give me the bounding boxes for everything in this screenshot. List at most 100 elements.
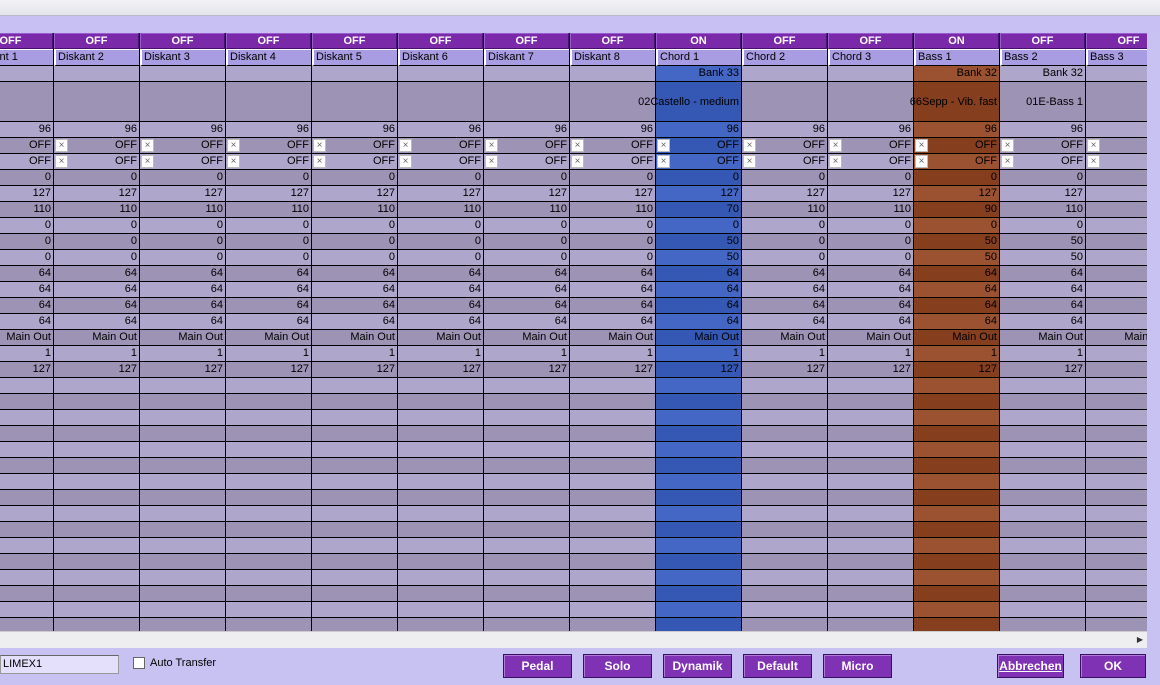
empty-cell[interactable] — [398, 538, 483, 554]
checkbox-icon[interactable] — [133, 657, 145, 669]
value-cell[interactable] — [1086, 202, 1147, 218]
value-cell[interactable]: 64 — [312, 298, 397, 314]
value-cell[interactable]: 64 — [656, 314, 741, 330]
empty-cell[interactable] — [1086, 506, 1147, 522]
empty-cell[interactable] — [914, 554, 999, 570]
value-cell[interactable]: 0 — [140, 170, 225, 186]
value-cell[interactable]: × OFF — [484, 138, 569, 154]
empty-cell[interactable] — [1000, 458, 1085, 474]
value-cell[interactable]: 96 — [140, 122, 225, 138]
dynamik-button[interactable]: Dynamik — [663, 654, 732, 678]
empty-cell[interactable] — [398, 378, 483, 394]
value-cell[interactable]: × OFF — [828, 138, 913, 154]
value-cell[interactable]: × — [1086, 154, 1147, 170]
empty-cell[interactable] — [742, 442, 827, 458]
value-cell[interactable]: 0 — [570, 170, 655, 186]
value-cell[interactable]: 110 — [828, 202, 913, 218]
empty-cell[interactable] — [398, 410, 483, 426]
value-cell[interactable]: 110 — [484, 202, 569, 218]
value-cell[interactable]: 0 — [742, 218, 827, 234]
empty-cell[interactable] — [914, 426, 999, 442]
empty-cell[interactable] — [914, 490, 999, 506]
value-cell[interactable]: 96 — [484, 122, 569, 138]
empty-cell[interactable] — [54, 394, 139, 410]
empty-cell[interactable] — [54, 618, 139, 631]
preset-cell[interactable]: 66Sepp - Vib. fast — [910, 82, 999, 122]
empty-cell[interactable] — [54, 490, 139, 506]
empty-cell[interactable] — [1000, 442, 1085, 458]
channel-state-toggle[interactable]: OFF — [140, 33, 225, 49]
empty-cell[interactable] — [312, 442, 397, 458]
empty-cell[interactable] — [226, 554, 311, 570]
value-cell[interactable]: × OFF — [742, 154, 827, 170]
value-cell[interactable]: 64 — [312, 266, 397, 282]
close-x-icon[interactable]: × — [141, 155, 154, 168]
value-cell[interactable]: 127 — [398, 186, 483, 202]
value-cell[interactable]: 0 — [140, 218, 225, 234]
empty-cell[interactable] — [484, 426, 569, 442]
empty-cell[interactable] — [1086, 458, 1147, 474]
empty-cell[interactable] — [656, 394, 741, 410]
empty-cell[interactable] — [1086, 538, 1147, 554]
empty-cell[interactable] — [742, 490, 827, 506]
bank-cell[interactable]: Bank 33 — [656, 66, 741, 82]
value-cell[interactable]: 64 — [226, 314, 311, 330]
empty-cell[interactable] — [484, 458, 569, 474]
close-x-icon[interactable]: × — [227, 155, 240, 168]
value-cell[interactable]: 64 — [742, 266, 827, 282]
empty-cell[interactable] — [54, 442, 139, 458]
value-cell[interactable]: 64 — [398, 282, 483, 298]
value-cell[interactable]: 127 — [570, 186, 655, 202]
value-cell[interactable]: 50 — [656, 250, 741, 266]
empty-cell[interactable] — [828, 570, 913, 586]
empty-cell[interactable] — [1000, 522, 1085, 538]
value-cell[interactable]: × OFF — [226, 138, 311, 154]
value-cell[interactable]: 127 — [0, 186, 53, 202]
value-cell[interactable]: Main Out — [1086, 330, 1147, 346]
value-cell[interactable]: 127 — [54, 186, 139, 202]
value-cell[interactable]: 64 — [656, 298, 741, 314]
empty-cell[interactable] — [1086, 490, 1147, 506]
value-cell[interactable]: 0 — [1000, 170, 1085, 186]
close-x-icon[interactable]: × — [55, 155, 68, 168]
empty-cell[interactable] — [484, 410, 569, 426]
empty-cell[interactable] — [140, 586, 225, 602]
empty-cell[interactable] — [914, 538, 999, 554]
empty-cell[interactable] — [828, 554, 913, 570]
empty-cell[interactable] — [1000, 538, 1085, 554]
value-cell[interactable] — [1086, 298, 1147, 314]
value-cell[interactable]: 110 — [54, 202, 139, 218]
value-cell[interactable]: × OFF — [312, 154, 397, 170]
empty-cell[interactable] — [312, 474, 397, 490]
empty-cell[interactable] — [140, 554, 225, 570]
value-cell[interactable] — [1086, 266, 1147, 282]
empty-cell[interactable] — [226, 586, 311, 602]
empty-cell[interactable] — [312, 410, 397, 426]
preset-cell[interactable] — [140, 82, 225, 122]
value-cell[interactable]: 0 — [0, 218, 53, 234]
value-cell[interactable]: 50 — [1000, 234, 1085, 250]
empty-cell[interactable] — [226, 506, 311, 522]
empty-cell[interactable] — [742, 618, 827, 631]
empty-cell[interactable] — [656, 618, 741, 631]
value-cell[interactable]: 0 — [742, 250, 827, 266]
value-cell[interactable]: 50 — [914, 250, 999, 266]
value-cell[interactable]: 64 — [0, 314, 53, 330]
value-cell[interactable]: 90 — [914, 202, 999, 218]
empty-cell[interactable] — [1000, 426, 1085, 442]
value-cell[interactable]: Main Out — [226, 330, 311, 346]
value-cell[interactable]: 0 — [54, 250, 139, 266]
value-cell[interactable]: 127 — [828, 186, 913, 202]
bank-cell[interactable] — [312, 66, 397, 82]
empty-cell[interactable] — [226, 410, 311, 426]
value-cell[interactable]: 110 — [140, 202, 225, 218]
empty-cell[interactable] — [140, 522, 225, 538]
value-cell[interactable]: 96 — [828, 122, 913, 138]
close-x-icon[interactable]: × — [743, 155, 756, 168]
empty-cell[interactable] — [570, 410, 655, 426]
empty-cell[interactable] — [140, 618, 225, 631]
empty-cell[interactable] — [1086, 410, 1147, 426]
value-cell[interactable]: 64 — [226, 282, 311, 298]
empty-cell[interactable] — [1086, 442, 1147, 458]
value-cell[interactable]: 0 — [484, 250, 569, 266]
